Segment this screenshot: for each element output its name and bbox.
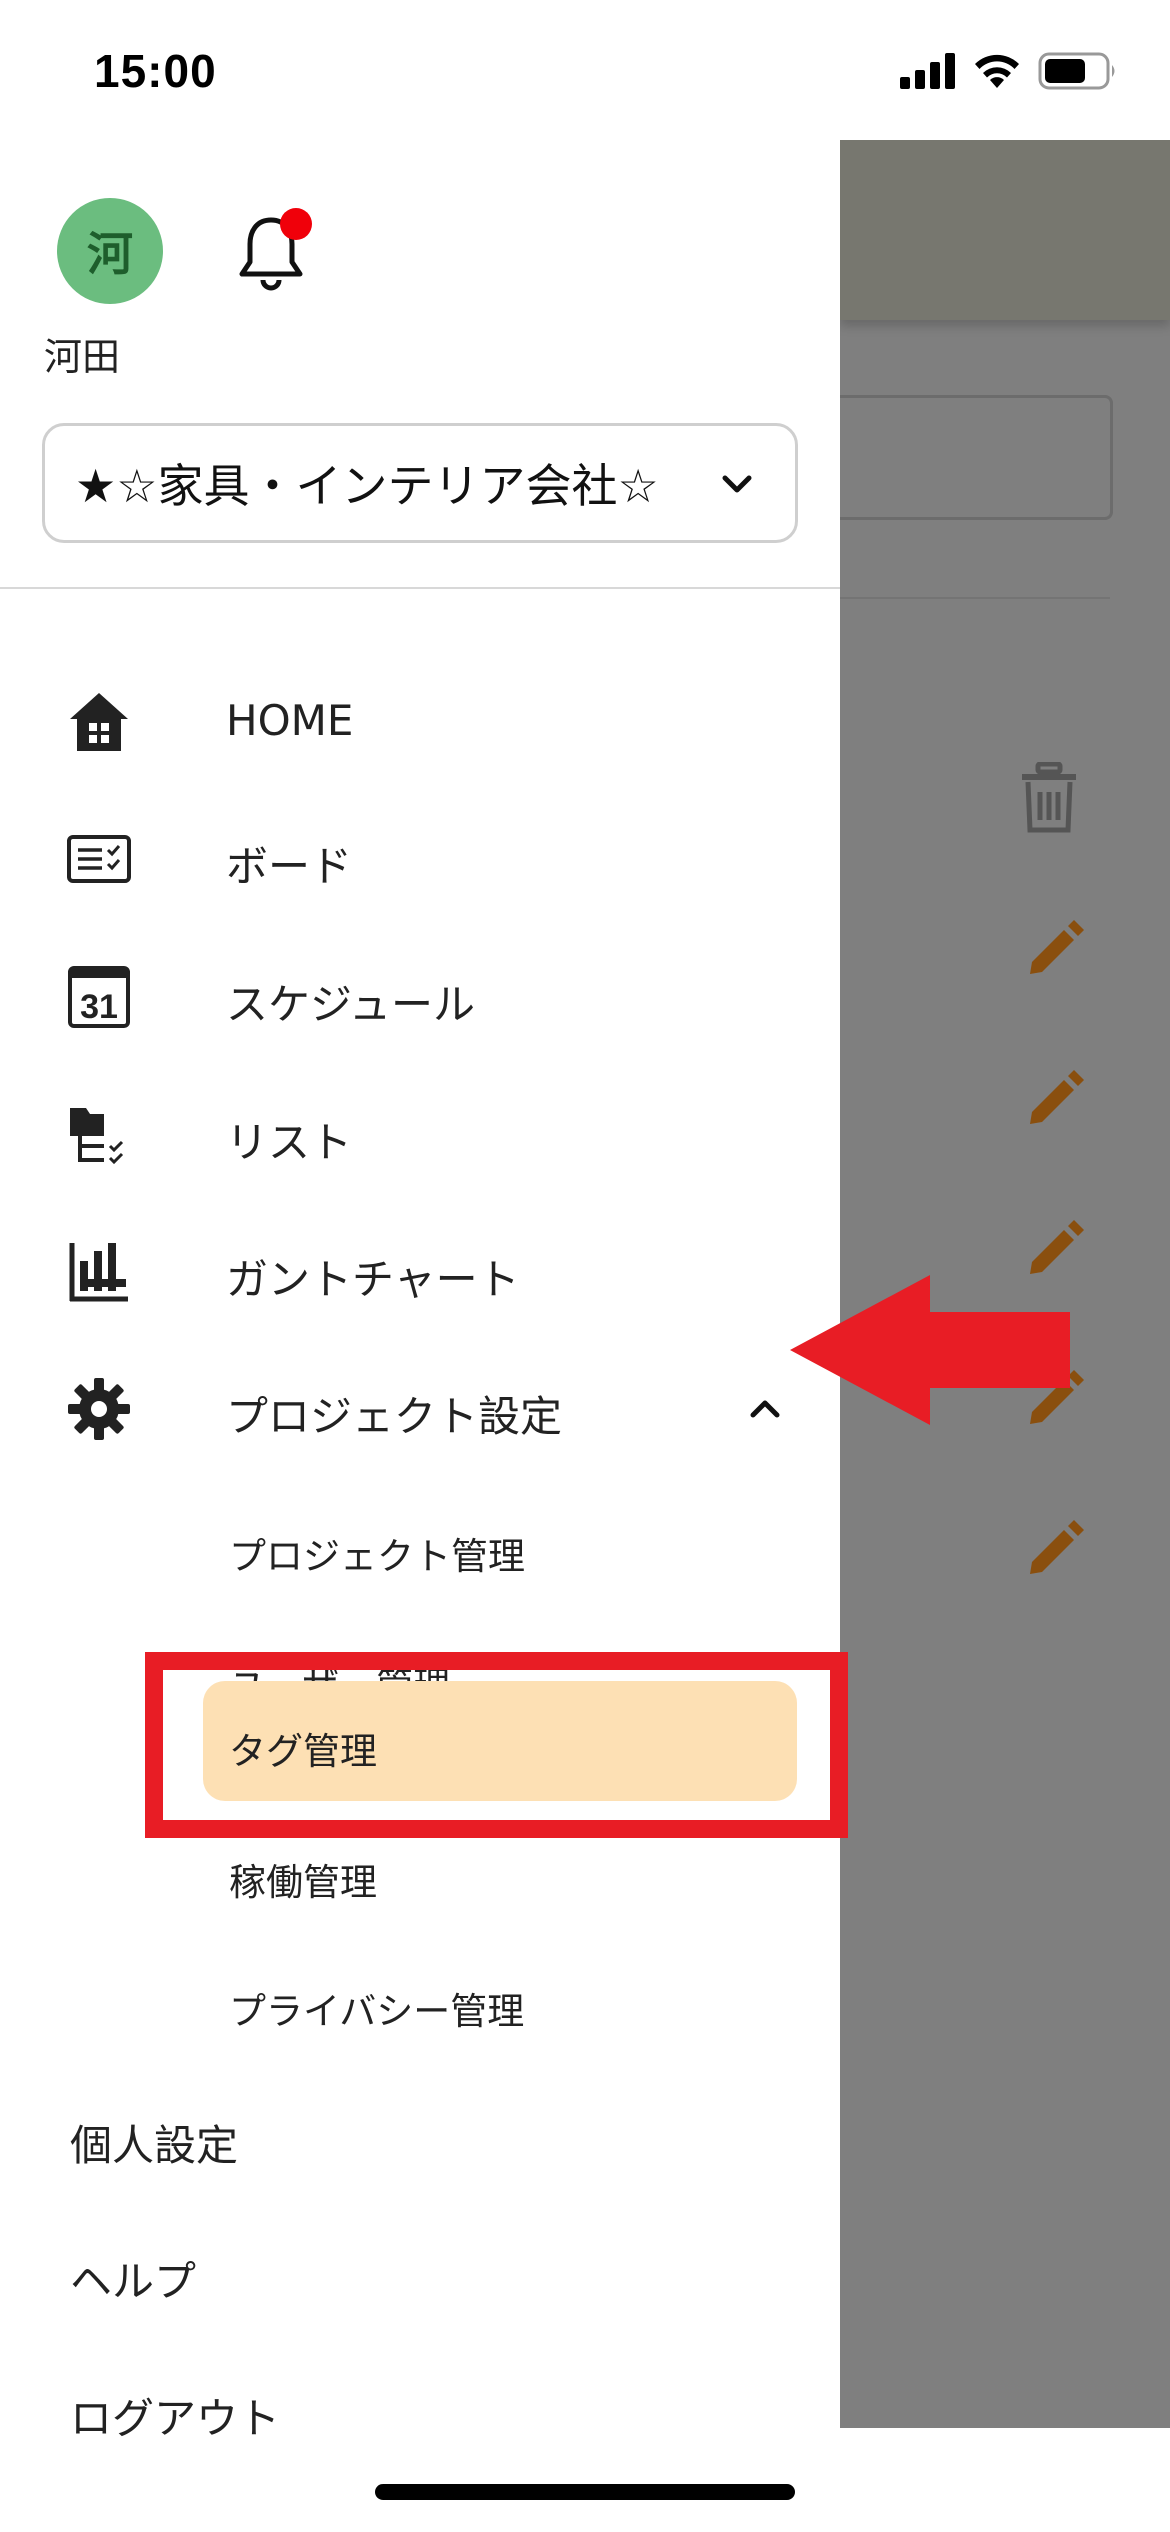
sub-label-operation-management: 稼働管理 (229, 1861, 377, 1904)
nav-item-help[interactable]: ヘルプ (0, 2216, 840, 2326)
home-icon (70, 693, 128, 751)
edit-icon (1030, 1220, 1084, 1274)
annotation-arrow-icon (790, 1275, 1070, 1425)
annotation-highlight-box (145, 1652, 848, 1838)
nav-item-schedule[interactable]: 31 スケジュール (0, 937, 840, 1057)
avatar-initial: 河 (87, 227, 133, 281)
background-input-field (820, 395, 1113, 520)
nav-item-project-settings[interactable]: プロジェクト設定 (0, 1349, 840, 1469)
background-divider (840, 597, 1110, 599)
nav-label-list: リスト (226, 1118, 353, 1167)
nav-item-home[interactable]: HOME (0, 662, 840, 782)
drawer-divider (0, 587, 840, 589)
cellular-signal-icon (900, 53, 955, 89)
background-header (840, 140, 1170, 320)
sub-item-project-management[interactable]: プロジェクト管理 (203, 1486, 797, 1606)
nav-label-schedule: スケジュール (226, 980, 476, 1029)
nav-label-logout: ログアウト (70, 2394, 281, 2443)
user-name: 河田 (44, 335, 121, 379)
edit-icon (1030, 1070, 1084, 1124)
nav-label-gantt-chart: ガントチャート (226, 1255, 520, 1304)
gantt-chart-icon (69, 1243, 128, 1302)
gear-icon (68, 1378, 130, 1440)
nav-item-logout[interactable]: ログアウト (0, 2353, 840, 2463)
status-time: 15:00 (94, 45, 217, 97)
nav-item-gantt-chart[interactable]: ガントチャート (0, 1212, 840, 1332)
nav-item-personal-settings[interactable]: 個人設定 (0, 2080, 840, 2190)
nav-label-personal-settings: 個人設定 (70, 2121, 239, 2170)
avatar[interactable]: 河 (57, 198, 163, 304)
edit-icon (1030, 1520, 1084, 1574)
status-bar: 15:00 (0, 0, 1170, 140)
calendar-day-number: 31 (80, 988, 118, 1026)
home-indicator[interactable] (375, 2484, 795, 2500)
chevron-down-icon (722, 475, 752, 493)
chevron-up-icon[interactable] (745, 1389, 785, 1429)
trash-icon (1022, 762, 1076, 833)
navigation-drawer: 河 河田 ★☆家具・インテリア会社☆ HOME ボード 31 スケジュール リス… (0, 140, 840, 2443)
edit-icon (1030, 920, 1084, 974)
project-select-value: ★☆家具・インテリア会社☆ (75, 459, 659, 513)
wifi-icon (975, 54, 1019, 88)
nav-label-help: ヘルプ (70, 2257, 197, 2306)
sub-label-privacy-management: プライバシー管理 (229, 1990, 525, 2033)
nav-label-home: HOME (226, 696, 354, 745)
nav-label-project-settings: プロジェクト設定 (226, 1392, 563, 1441)
nav-item-board[interactable]: ボード (0, 799, 840, 919)
sub-label-project-management: プロジェクト管理 (229, 1535, 525, 1578)
nav-label-board: ボード (226, 842, 353, 891)
calendar-icon: 31 (68, 966, 130, 1028)
nav-item-list[interactable]: リスト (0, 1075, 840, 1195)
notification-badge (280, 208, 312, 240)
sub-item-privacy-management[interactable]: プライバシー管理 (203, 1941, 797, 2061)
battery-icon (1038, 52, 1115, 90)
status-icons (900, 52, 1118, 90)
board-icon (67, 835, 131, 883)
project-select[interactable]: ★☆家具・インテリア会社☆ (42, 423, 798, 543)
folder-list-icon (70, 1108, 124, 1165)
